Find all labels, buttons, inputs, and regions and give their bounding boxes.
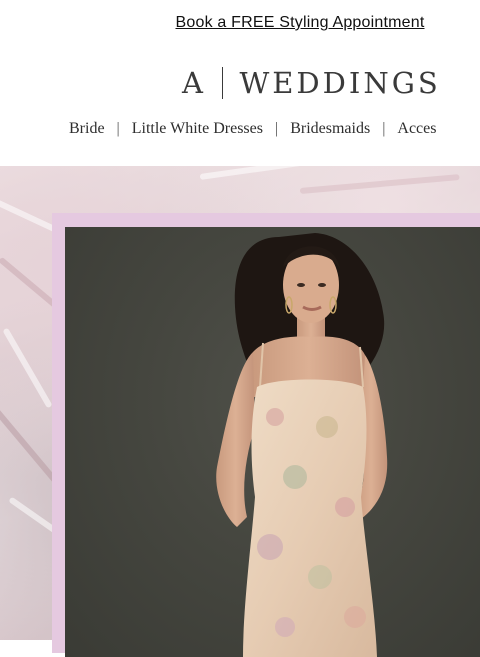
nav-separator: | — [382, 120, 386, 137]
nav-item-little-white-dresses[interactable]: Little White Dresses — [132, 120, 263, 138]
nav-separator: | — [274, 120, 279, 137]
nav-item-accessories[interactable]: Acces — [397, 120, 436, 138]
nav-item-bridesmaids[interactable]: Bridesmaids — [290, 120, 370, 138]
brand-logo[interactable]: A WEDDINGS — [182, 66, 441, 100]
paint-streak — [199, 166, 399, 180]
paint-streak — [299, 174, 460, 194]
main-nav: Bride | Little White Dresses | Bridesmai… — [69, 120, 436, 138]
nav-separator: | — [116, 120, 120, 137]
model-figure — [216, 233, 388, 657]
promo-bar: Book a FREE Styling Appointment — [0, 14, 480, 32]
paint-streak — [2, 327, 53, 409]
nav-item-bride[interactable]: Bride — [69, 120, 105, 138]
styling-appointment-link[interactable]: Book a FREE Styling Appointment — [176, 14, 425, 31]
logo-divider — [221, 67, 224, 99]
logo-word: WEDDINGS — [239, 66, 441, 100]
hero-photo[interactable] — [65, 227, 480, 657]
logo-letter: A — [182, 66, 206, 100]
